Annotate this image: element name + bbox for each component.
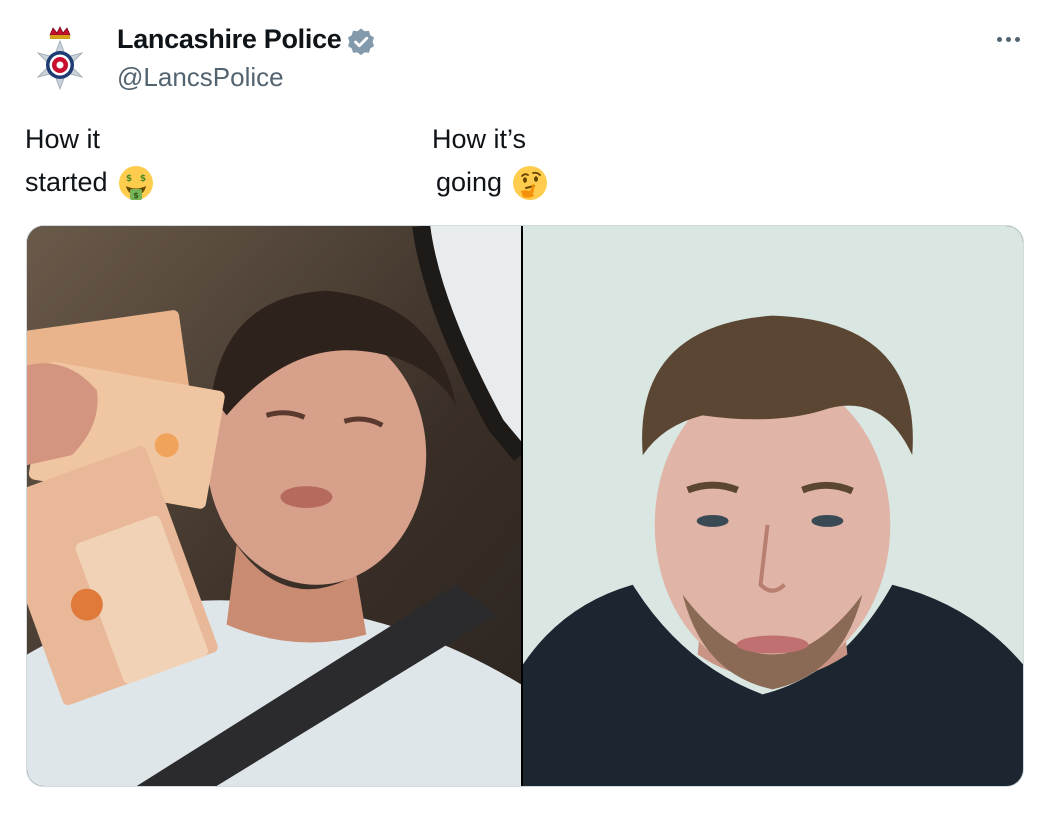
- author-name[interactable]: Lancashire Police: [117, 24, 342, 55]
- caption-left-line2: started: [25, 167, 108, 197]
- caption-right-line2: going: [436, 167, 503, 197]
- money-mouth-face-icon: $ $ $: [118, 165, 153, 200]
- svg-text:$: $: [139, 174, 145, 184]
- photo-selfie-with-banknotes[interactable]: [27, 226, 521, 786]
- media-grid: [26, 225, 1024, 787]
- more-dot-icon: [1014, 36, 1020, 42]
- caption-right: How it’s going: [432, 118, 548, 204]
- profile-avatar[interactable]: [22, 20, 98, 96]
- caption-right-line1: How it’s: [432, 124, 527, 154]
- more-dot-icon: [996, 36, 1002, 42]
- author-handle[interactable]: @LancsPolice: [117, 62, 284, 93]
- more-dot-icon: [1005, 36, 1011, 42]
- caption-left-line1: How it: [25, 124, 101, 154]
- verified-badge-icon: [348, 28, 374, 56]
- svg-text:$: $: [125, 174, 131, 184]
- svg-text:$: $: [133, 191, 139, 200]
- thinking-face-icon: [513, 165, 548, 200]
- photo-custody-mugshot[interactable]: [523, 226, 1023, 786]
- police-crest-icon: [36, 26, 84, 91]
- more-options-button[interactable]: [988, 24, 1028, 54]
- caption-left: How it started $ $ $: [25, 118, 154, 204]
